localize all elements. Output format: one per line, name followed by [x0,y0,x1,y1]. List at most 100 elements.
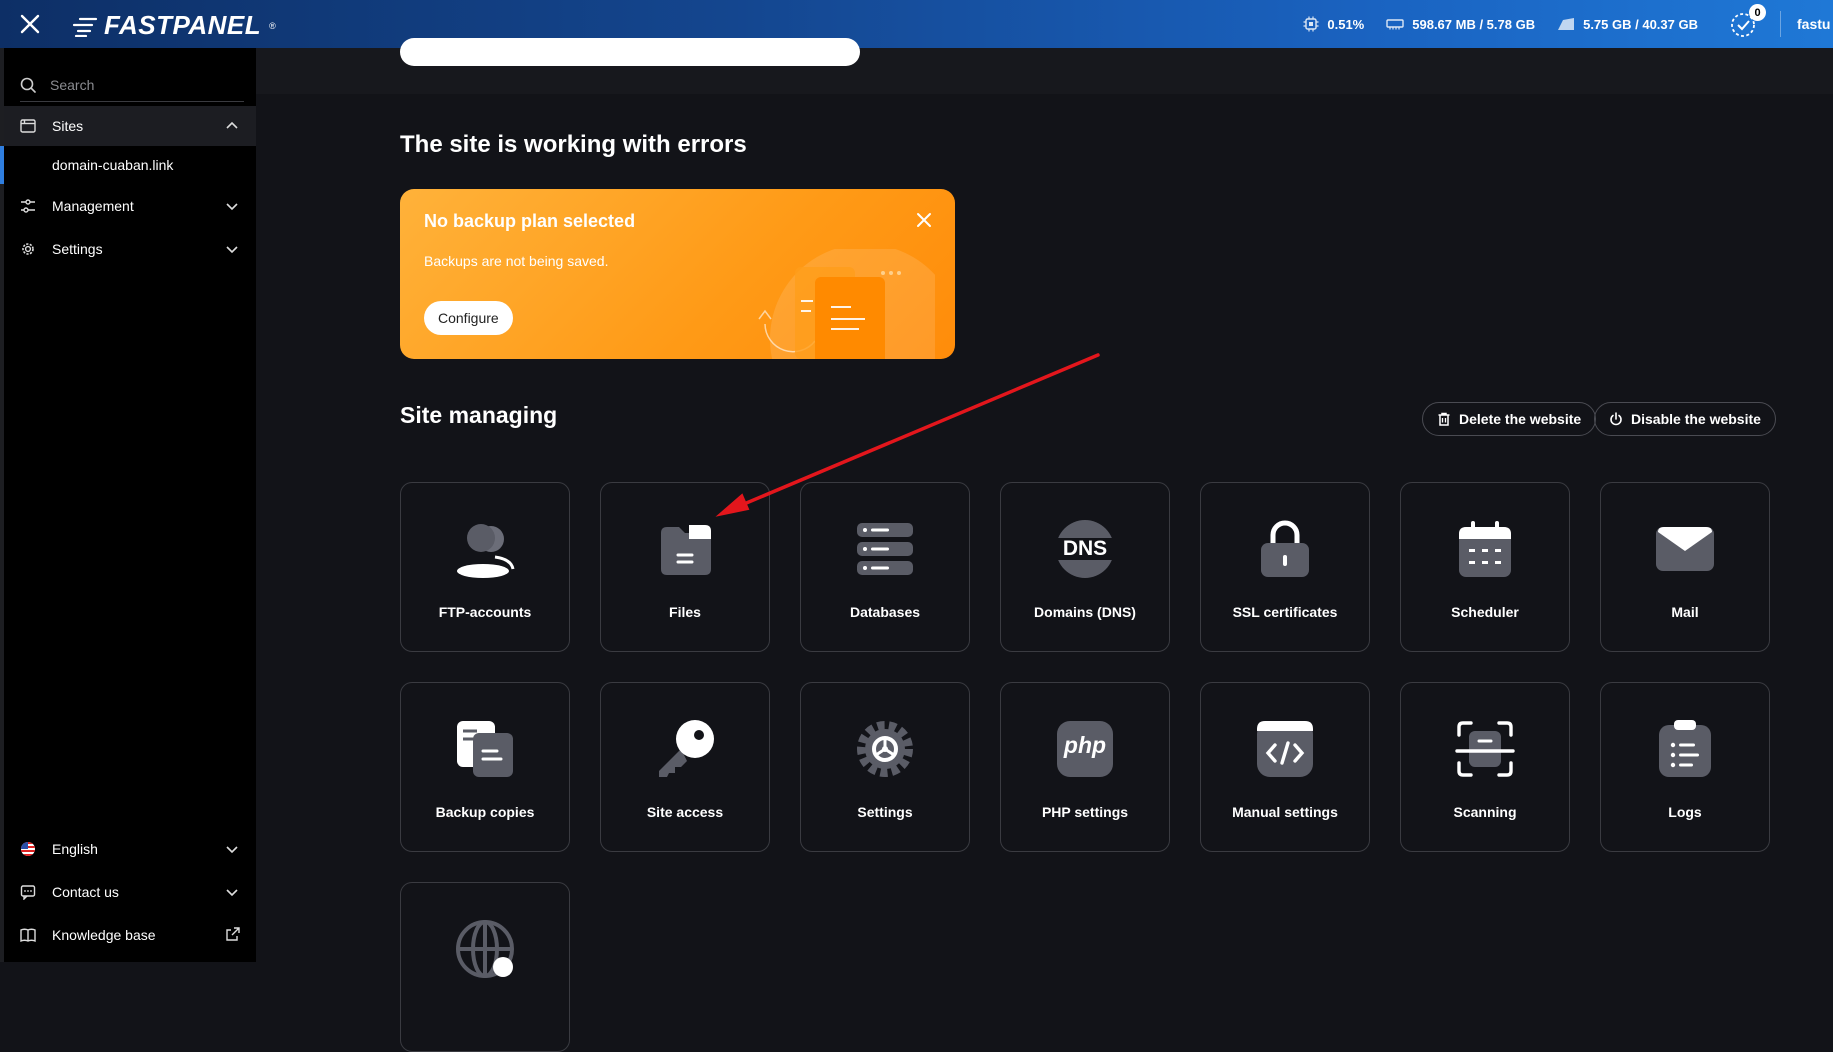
tile-label: Domains (DNS) [1001,604,1169,620]
tile-label: Backup copies [401,804,569,820]
sidebar-item-label: Contact us [52,884,119,900]
registered-mark: ® [269,21,276,31]
chat-icon [20,884,36,900]
tile-label: Site access [601,804,769,820]
tile-backup-copies[interactable]: Backup copies [400,682,570,852]
calendar-icon [1457,519,1513,579]
close-icon[interactable] [913,209,935,231]
notifications-button[interactable]: 0 [1728,9,1758,39]
tile-label: PHP settings [1001,804,1169,820]
topbar-divider [1780,11,1781,37]
tile-label: Scanning [1401,804,1569,820]
users-icon [453,519,517,579]
us-flag-icon [20,841,36,857]
search-box [20,68,244,102]
search-input[interactable] [50,77,230,93]
tile-settings[interactable]: Settings [800,682,970,852]
tile-label: Mail [1601,604,1769,620]
sidebar-item-site-domain[interactable]: domain-cuaban.link [4,146,256,184]
close-icon[interactable] [18,12,42,36]
main-content: The site is working with errors No backu… [256,48,1833,962]
configure-button[interactable]: Configure [424,301,513,335]
tile-scheduler[interactable]: Scheduler [1400,482,1570,652]
tile-label: FTP-accounts [401,604,569,620]
disable-website-button[interactable]: Disable the website [1594,402,1776,436]
tile-databases[interactable]: Databases [800,482,970,652]
dns-icon-text: DNS [1053,537,1117,561]
scan-icon [1455,719,1515,779]
search-icon [20,77,36,93]
tile-site-access[interactable]: Site access [600,682,770,852]
tile-php-settings[interactable]: php PHP settings [1000,682,1170,852]
sidebar-item-contact[interactable]: Contact us [4,872,256,912]
header-strip [256,48,1833,94]
sidebar-item-label: Knowledge base [52,927,156,943]
sidebar-item-language[interactable]: English [4,829,256,869]
database-icon [855,519,915,579]
sidebar: Sites domain-cuaban.link Management Sett… [0,48,256,962]
folder-icon [655,519,715,579]
book-icon [20,927,36,943]
tile-ftp-accounts[interactable]: FTP-accounts [400,482,570,652]
disk-icon [1557,17,1575,31]
chevron-down-icon [224,241,240,257]
sidebar-item-label: Management [52,198,134,214]
site-managing-title: Site managing [400,402,557,429]
delete-website-label: Delete the website [1459,411,1581,427]
clipboard-list-icon [1657,719,1713,779]
banner-title: No backup plan selected [424,211,635,232]
site-status-title: The site is working with errors [400,131,747,159]
php-icon-text: php [1053,732,1117,759]
backup-illustration-icon [735,249,935,359]
lock-icon [1257,519,1313,579]
browser-window-icon [20,118,36,134]
chevron-down-icon [224,198,240,214]
sidebar-item-management[interactable]: Management [4,186,256,226]
ram-stat[interactable]: 598.67 MB / 5.78 GB [1386,17,1535,32]
tile-ssl-certificates[interactable]: SSL certificates [1200,482,1370,652]
top-bar: FASTPANEL® 0.51% 598.67 MB / 5.78 GB 5.7… [0,0,1833,48]
tile-logs[interactable]: Logs [1600,682,1770,852]
tile-files[interactable]: Files [600,482,770,652]
tile-label: Settings [801,804,969,820]
tile-mail[interactable]: Mail [1600,482,1770,652]
tile-label: Scheduler [1401,604,1569,620]
sidebar-item-sites[interactable]: Sites [4,106,256,146]
tile-label: Logs [1601,804,1769,820]
ram-icon [1386,18,1404,30]
banner-text: Backups are not being saved. [424,253,608,269]
chevron-down-icon [224,884,240,900]
trash-icon [1437,412,1451,426]
disable-website-label: Disable the website [1631,411,1761,427]
backup-warning-banner: No backup plan selected Backups are not … [400,189,955,359]
tile-domains-dns[interactable]: DNS Domains (DNS) [1000,482,1170,652]
tile-scanning[interactable]: Scanning [1400,682,1570,852]
tile-label: Manual settings [1201,804,1369,820]
cpu-value: 0.51% [1327,17,1364,32]
disk-stat[interactable]: 5.75 GB / 40.37 GB [1557,17,1698,32]
tile-label: Files [601,604,769,620]
delete-website-button[interactable]: Delete the website [1422,402,1596,436]
cpu-icon [1303,16,1319,32]
power-icon [1609,412,1623,426]
tile-manual-settings[interactable]: Manual settings [1200,682,1370,852]
gear-icon [855,719,915,779]
server-stats: 0.51% 598.67 MB / 5.78 GB 5.75 GB / 40.3… [1303,0,1833,48]
gear-icon [20,241,36,257]
site-preview-bar[interactable] [400,38,860,66]
tile-label: SSL certificates [1201,604,1369,620]
fastpanel-logo[interactable]: FASTPANEL® [72,10,276,41]
code-icon [1255,719,1315,779]
logo-mark-icon [72,15,98,37]
external-link-icon [226,927,240,941]
tile-domain-globe[interactable] [400,882,570,1052]
user-menu[interactable]: fastu [1797,16,1833,32]
envelope-icon [1655,523,1715,575]
sidebar-item-settings[interactable]: Settings [4,229,256,269]
cpu-stat[interactable]: 0.51% [1303,16,1364,32]
sliders-icon [20,198,36,214]
chevron-up-icon [224,118,240,134]
tile-label: Databases [801,604,969,620]
sidebar-item-knowledge-base[interactable]: Knowledge base [4,915,256,955]
globe-icon [455,919,515,979]
